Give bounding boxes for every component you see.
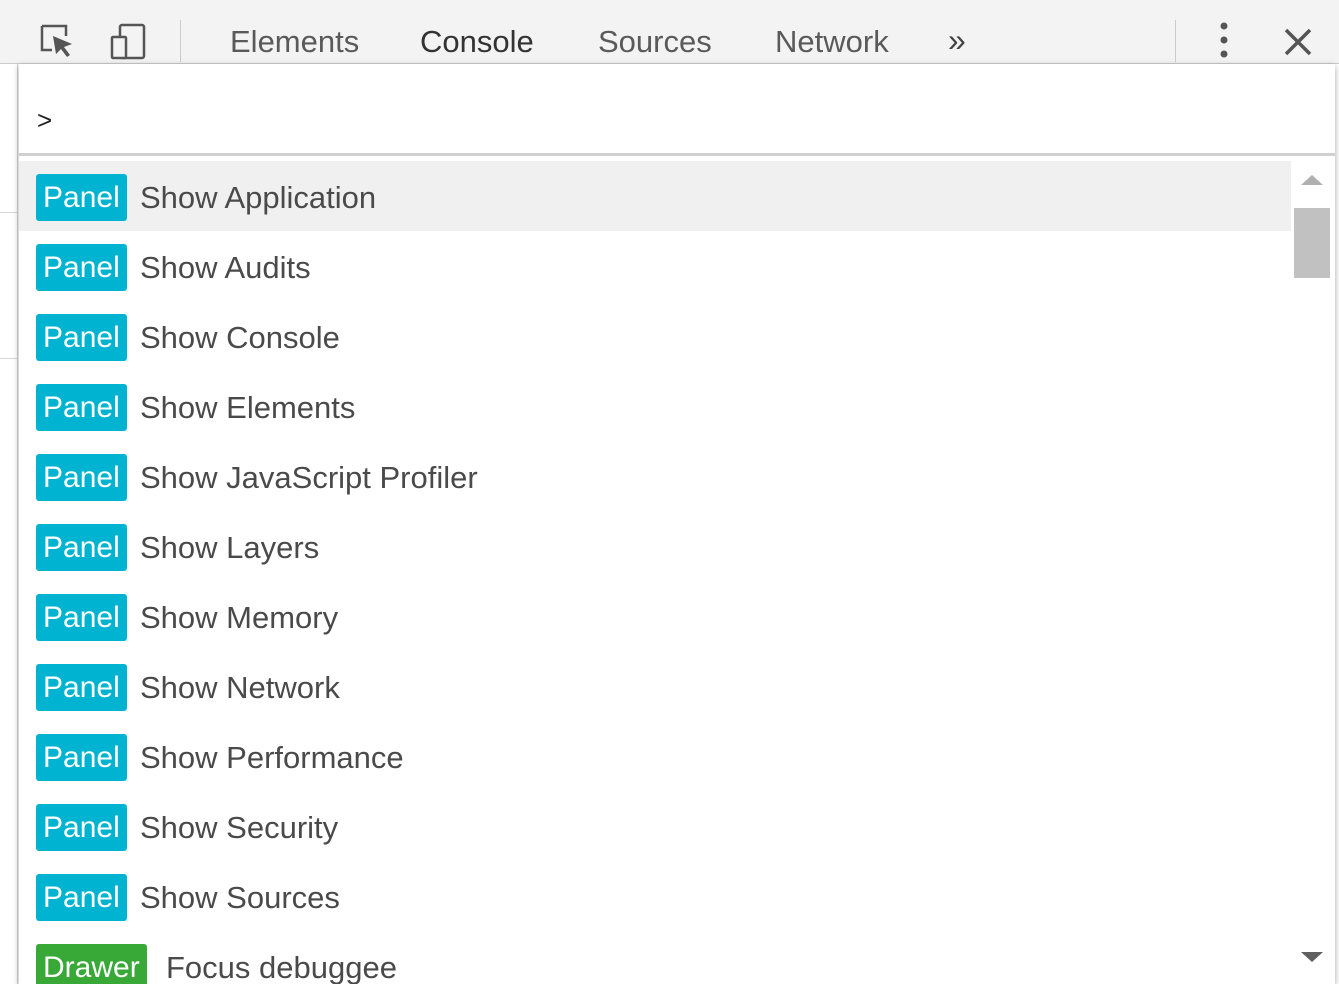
command-item-label: Show Performance: [140, 740, 404, 775]
command-item[interactable]: Panel Show Memory: [19, 581, 1291, 651]
command-item-label: Show Memory: [140, 600, 339, 635]
command-item[interactable]: Panel Show Elements: [19, 371, 1291, 441]
drawer-badge: Drawer: [36, 944, 147, 984]
tab-network[interactable]: Network: [775, 24, 889, 60]
command-item-label: Show JavaScript Profiler: [140, 460, 478, 495]
command-item-label: Show Security: [140, 810, 339, 845]
underlying-panel-edge: [0, 64, 18, 1003]
command-item-label: Show Network: [140, 670, 340, 705]
bottom-strip: [0, 984, 1339, 1003]
panel-badge: Panel: [36, 244, 127, 291]
command-item-label: Show Console: [140, 320, 340, 355]
command-item[interactable]: Panel Show Performance: [19, 721, 1291, 791]
panel-badge: Panel: [36, 664, 127, 711]
device-toolbar-icon[interactable]: [108, 22, 148, 62]
more-tabs-chevron-icon[interactable]: »: [948, 22, 966, 58]
panel-badge: Panel: [36, 454, 127, 501]
tab-sources[interactable]: Sources: [598, 24, 712, 60]
command-item[interactable]: Panel Show JavaScript Profiler: [19, 441, 1291, 511]
command-item[interactable]: Panel Show Network: [19, 651, 1291, 721]
scrollbar[interactable]: [1291, 161, 1335, 984]
command-item[interactable]: Panel Show Application: [19, 161, 1291, 231]
scroll-down-arrow-icon[interactable]: [1301, 952, 1323, 962]
panel-badge: Panel: [36, 594, 127, 641]
command-item-label: Show Application: [140, 180, 377, 215]
panel-badge: Panel: [36, 384, 127, 431]
command-item[interactable]: Panel Show Sources: [19, 861, 1291, 931]
inspect-element-icon[interactable]: [38, 22, 78, 62]
command-item[interactable]: Drawer Focus debuggee: [19, 931, 1291, 984]
panel-badge: Panel: [36, 804, 127, 851]
toolbar-divider: [1175, 20, 1176, 62]
command-item[interactable]: Panel Show Console: [19, 301, 1291, 371]
command-input[interactable]: [37, 102, 1307, 138]
command-item-label: Show Sources: [140, 880, 340, 915]
command-item-label: Show Elements: [140, 390, 356, 425]
command-menu: Panel Show Application Panel Show Audits…: [19, 64, 1335, 984]
scroll-thumb[interactable]: [1294, 208, 1330, 278]
panel-badge: Panel: [36, 174, 127, 221]
command-prompt: [19, 64, 1335, 156]
more-options-icon[interactable]: [1205, 20, 1245, 64]
devtools-toolbar: Elements Console Sources Network »: [0, 0, 1339, 64]
panel-badge: Panel: [36, 734, 127, 781]
command-item-label: Show Audits: [140, 250, 311, 285]
toolbar-divider: [180, 20, 181, 62]
close-icon[interactable]: [1278, 22, 1322, 62]
command-item[interactable]: Panel Show Security: [19, 791, 1291, 861]
scroll-up-arrow-icon[interactable]: [1301, 175, 1323, 185]
command-item[interactable]: Panel Show Layers: [19, 511, 1291, 581]
panel-badge: Panel: [36, 314, 127, 361]
tab-console[interactable]: Console: [420, 24, 534, 60]
panel-badge: Panel: [36, 874, 127, 921]
command-item-label: Show Layers: [140, 530, 320, 565]
devtools-window: Elements Console Sources Network » > Pan…: [0, 0, 1339, 1003]
command-item-label: Focus debuggee: [166, 950, 397, 984]
tab-elements[interactable]: Elements: [230, 24, 359, 60]
command-item[interactable]: Panel Show Audits: [19, 231, 1291, 301]
command-list: Panel Show Application Panel Show Audits…: [19, 161, 1291, 984]
panel-badge: Panel: [36, 524, 127, 571]
